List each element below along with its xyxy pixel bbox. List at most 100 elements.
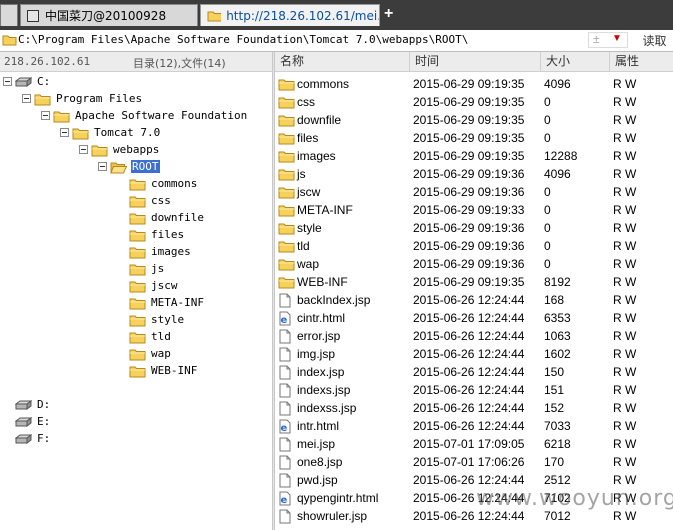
tree-node-css[interactable]: css — [129, 192, 172, 209]
tree-node-js[interactable]: js — [129, 260, 165, 277]
tree-node-label: js — [151, 262, 165, 275]
file-row[interactable]: indexs.jsp 2015-06-26 12:24:44 151 R W — [275, 381, 673, 399]
file-attr: R W — [613, 293, 637, 307]
tree-node-label: wap — [151, 347, 171, 360]
file-size: 152 — [544, 401, 565, 415]
file-name: pwd.jsp — [297, 473, 338, 487]
tree-node-c[interactable]: C: — [15, 73, 51, 90]
file-row[interactable]: css 2015-06-29 09:19:35 0 R W — [275, 93, 673, 111]
file-row[interactable]: images 2015-06-29 09:19:35 12288 R W — [275, 147, 673, 165]
tree-node-f[interactable]: F: — [15, 430, 51, 447]
tree-node-tomcat-7-0[interactable]: Tomcat 7.0 — [72, 124, 161, 141]
tree-node-label: Tomcat 7.0 — [94, 126, 161, 139]
tree-node-images[interactable]: images — [129, 243, 192, 260]
ie-html-icon: e — [279, 491, 291, 506]
file-row[interactable]: img.jsp 2015-06-26 12:24:44 1602 R W — [275, 345, 673, 363]
path-input[interactable]: C:\Program Files\Apache Software Foundat… — [18, 33, 468, 46]
column-time[interactable]: 时间 — [410, 52, 541, 71]
file-row[interactable]: wap 2015-06-29 09:19:36 0 R W — [275, 255, 673, 273]
file-attr: R W — [613, 509, 637, 523]
tree-node-style[interactable]: style — [129, 311, 185, 328]
folder-icon — [129, 196, 146, 207]
file-row[interactable]: mei.jsp 2015-07-01 17:09:05 6218 R W — [275, 435, 673, 453]
tree-node-web-inf[interactable]: WEB-INF — [129, 362, 198, 379]
file-row[interactable]: e cintr.html 2015-06-26 12:24:44 6353 R W — [275, 309, 673, 327]
chevron-down-icon[interactable]: ▼ — [612, 33, 622, 44]
address-bar: C:\Program Files\Apache Software Foundat… — [0, 30, 673, 52]
file-row[interactable]: tld 2015-06-29 09:19:36 0 R W — [275, 237, 673, 255]
tree-node-downfile[interactable]: downfile — [129, 209, 205, 226]
tree-node-e[interactable]: E: — [15, 413, 51, 430]
file-icon — [279, 437, 291, 452]
tree-node-d[interactable]: D: — [15, 396, 51, 413]
file-row[interactable]: error.jsp 2015-06-26 12:24:44 1063 R W — [275, 327, 673, 345]
file-row[interactable]: files 2015-06-29 09:19:35 0 R W — [275, 129, 673, 147]
folder-icon — [278, 151, 295, 163]
watermark: www.wooyun.org — [476, 486, 673, 511]
file-icon — [279, 329, 291, 344]
file-row[interactable]: style 2015-06-29 09:19:36 0 R W — [275, 219, 673, 237]
file-row[interactable]: index.jsp 2015-06-26 12:24:44 150 R W — [275, 363, 673, 381]
tree-node-meta-inf[interactable]: META-INF — [129, 294, 205, 311]
file-row[interactable]: one8.jsp 2015-07-01 17:06:26 170 R W — [275, 453, 673, 471]
file-row[interactable]: backIndex.jsp 2015-06-26 12:24:44 168 R W — [275, 291, 673, 309]
tree-node-label: style — [151, 313, 185, 326]
new-tab-icon[interactable]: + — [384, 6, 393, 22]
file-icon — [279, 383, 291, 398]
tree-node-commons[interactable]: commons — [129, 175, 198, 192]
tree-node-jscw[interactable]: jscw — [129, 277, 179, 294]
file-attr: R W — [613, 113, 637, 127]
collapse-toggle[interactable] — [79, 145, 88, 154]
tab-caidao[interactable]: 中国菜刀@20100928 — [20, 4, 198, 26]
plus-minus-icon[interactable]: ± — [593, 32, 600, 46]
file-icon — [279, 347, 291, 362]
tree-node-webapps[interactable]: webapps — [91, 141, 160, 158]
collapse-toggle[interactable] — [22, 94, 31, 103]
file-attr: R W — [613, 77, 637, 91]
tree-node-tld[interactable]: tld — [129, 328, 172, 345]
file-row[interactable]: downfile 2015-06-29 09:19:35 0 R W — [275, 111, 673, 129]
ie-html-icon: e — [279, 419, 291, 434]
file-size: 0 — [544, 185, 551, 199]
tab-url[interactable]: http://218.26.102.61/mei.jsp — [200, 4, 380, 26]
directory-tree: C: Program Files Apache Software Foundatio… — [0, 72, 272, 530]
collapse-toggle[interactable] — [60, 128, 69, 137]
file-size: 1602 — [544, 347, 571, 361]
read-button[interactable]: 读取 — [636, 32, 673, 49]
file-size: 150 — [544, 365, 565, 379]
file-row[interactable]: WEB-INF 2015-06-29 09:19:35 8192 R W — [275, 273, 673, 291]
column-name[interactable]: 名称 — [275, 52, 410, 71]
folder-icon — [278, 241, 295, 253]
tree-node-files[interactable]: files — [129, 226, 185, 243]
file-row[interactable]: e intr.html 2015-06-26 12:24:44 7033 R W — [275, 417, 673, 435]
folder-icon — [278, 133, 295, 145]
file-row[interactable]: commons 2015-06-29 09:19:35 4096 R W — [275, 75, 673, 93]
file-size: 151 — [544, 383, 565, 397]
file-row[interactable]: indexss.jsp 2015-06-26 12:24:44 152 R W — [275, 399, 673, 417]
collapse-toggle[interactable] — [98, 162, 107, 171]
file-attr: R W — [613, 149, 637, 163]
file-icon — [279, 293, 291, 308]
folder-icon — [34, 94, 51, 105]
column-attr[interactable]: 属性 — [610, 52, 673, 71]
tab-label: 中国菜刀@20100928 — [45, 9, 167, 23]
tree-node-wap[interactable]: wap — [129, 345, 172, 362]
tree-node-program-files[interactable]: Program Files — [34, 90, 143, 107]
file-name: intr.html — [297, 419, 340, 433]
column-size[interactable]: 大小 — [541, 52, 610, 71]
file-attr: R W — [613, 167, 637, 181]
item-count: 目录(12),文件(14) — [133, 57, 226, 70]
file-time: 2015-06-26 12:24:44 — [413, 509, 525, 523]
tree-node-root[interactable]: ROOT — [110, 158, 160, 175]
file-name: cintr.html — [297, 311, 346, 325]
file-time: 2015-06-29 09:19:36 — [413, 257, 525, 271]
tree-node-label: E: — [37, 415, 51, 428]
collapse-toggle[interactable] — [41, 111, 50, 120]
file-row[interactable]: META-INF 2015-06-29 09:19:33 0 R W — [275, 201, 673, 219]
file-row[interactable]: js 2015-06-29 09:19:36 4096 R W — [275, 165, 673, 183]
file-attr: R W — [613, 95, 637, 109]
collapse-toggle[interactable] — [3, 77, 12, 86]
file-row[interactable]: jscw 2015-06-29 09:19:36 0 R W — [275, 183, 673, 201]
tree-node-apache-software-foundation[interactable]: Apache Software Foundation — [53, 107, 248, 124]
tab-scroll-left[interactable] — [0, 4, 18, 26]
